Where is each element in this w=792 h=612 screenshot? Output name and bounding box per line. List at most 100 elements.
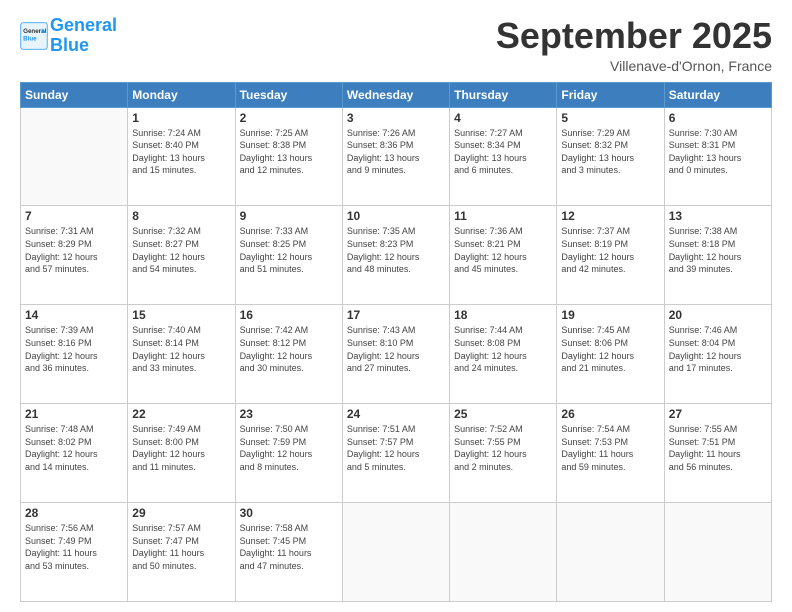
calendar-week-row: 1Sunrise: 7:24 AM Sunset: 8:40 PM Daylig… xyxy=(21,107,772,206)
table-row: 13 Sunrise: 7:38 AM Sunset: 8:18 PM Dayli… xyxy=(664,206,771,305)
day-info: Sunrise: 7:40 AM Sunset: 8:14 PM Dayligh… xyxy=(132,324,230,374)
table-row: 20Sunrise: 7:46 AM Sunset: 8:04 PM Dayli… xyxy=(664,305,771,404)
day-info: Sunrise: 7:24 AM Sunset: 8:40 PM Dayligh… xyxy=(132,127,230,177)
calendar-week-row: 28Sunrise: 7:56 AM Sunset: 7:49 PM Dayli… xyxy=(21,503,772,602)
table-row: 9 Sunrise: 7:33 AM Sunset: 8:25 PM Daylig… xyxy=(235,206,342,305)
col-sunday: Sunday xyxy=(21,82,128,107)
table-row: 23 Sunrise: 7:50 AM Sunset: 7:59 PM Dayli… xyxy=(235,404,342,503)
day-number: 25 xyxy=(454,407,552,421)
table-row xyxy=(342,503,449,602)
day-number: 10 xyxy=(347,209,445,223)
day-number: 18 xyxy=(454,308,552,322)
table-row: 28Sunrise: 7:56 AM Sunset: 7:49 PM Dayli… xyxy=(21,503,128,602)
table-row: 17 Sunrise: 7:43 AM Sunset: 8:10 PM Dayli… xyxy=(342,305,449,404)
day-number: 30 xyxy=(240,506,338,520)
day-number: 13 xyxy=(669,209,767,223)
day-info: Sunrise: 7:31 AM Sunset: 8:29 PM Dayligh… xyxy=(25,225,123,275)
day-info: Sunrise: 7:52 AM Sunset: 7:55 PM Dayligh… xyxy=(454,423,552,473)
day-number: 8 xyxy=(132,209,230,223)
day-info: Sunrise: 7:39 AM Sunset: 8:16 PM Dayligh… xyxy=(25,324,123,374)
table-row: 25 Sunrise: 7:52 AM Sunset: 7:55 PM Dayli… xyxy=(450,404,557,503)
month-title: September 2025 xyxy=(496,16,772,56)
day-number: 22 xyxy=(132,407,230,421)
logo-general: General xyxy=(50,15,117,35)
table-row: 15 Sunrise: 7:40 AM Sunset: 8:14 PM Dayli… xyxy=(128,305,235,404)
day-info: Sunrise: 7:36 AM Sunset: 8:21 PM Dayligh… xyxy=(454,225,552,275)
title-block: September 2025 Villenave-d'Ornon, France xyxy=(496,16,772,74)
day-info: Sunrise: 7:55 AM Sunset: 7:51 PM Dayligh… xyxy=(669,423,767,473)
day-info: Sunrise: 7:30 AM Sunset: 8:31 PM Dayligh… xyxy=(669,127,767,177)
day-info: Sunrise: 7:56 AM Sunset: 7:49 PM Dayligh… xyxy=(25,522,123,572)
table-row xyxy=(450,503,557,602)
table-row: 21 Sunrise: 7:48 AM Sunset: 8:02 PM Dayli… xyxy=(21,404,128,503)
col-saturday: Saturday xyxy=(664,82,771,107)
day-info: Sunrise: 7:48 AM Sunset: 8:02 PM Dayligh… xyxy=(25,423,123,473)
day-number: 2 xyxy=(240,111,338,125)
day-info: Sunrise: 7:49 AM Sunset: 8:00 PM Dayligh… xyxy=(132,423,230,473)
day-info: Sunrise: 7:33 AM Sunset: 8:25 PM Dayligh… xyxy=(240,225,338,275)
table-row: 6 Sunrise: 7:30 AM Sunset: 8:31 PM Daylig… xyxy=(664,107,771,206)
calendar-week-row: 14 Sunrise: 7:39 AM Sunset: 8:16 PM Dayli… xyxy=(21,305,772,404)
day-number: 23 xyxy=(240,407,338,421)
page: General Blue General Blue September 2025… xyxy=(0,0,792,612)
table-row: 19 Sunrise: 7:45 AM Sunset: 8:06 PM Dayli… xyxy=(557,305,664,404)
table-row: 27 Sunrise: 7:55 AM Sunset: 7:51 PM Dayli… xyxy=(664,404,771,503)
location: Villenave-d'Ornon, France xyxy=(496,58,772,74)
table-row: 1Sunrise: 7:24 AM Sunset: 8:40 PM Daylig… xyxy=(128,107,235,206)
day-number: 15 xyxy=(132,308,230,322)
table-row: 7 Sunrise: 7:31 AM Sunset: 8:29 PM Daylig… xyxy=(21,206,128,305)
day-number: 11 xyxy=(454,209,552,223)
table-row: 11 Sunrise: 7:36 AM Sunset: 8:21 PM Dayli… xyxy=(450,206,557,305)
day-number: 3 xyxy=(347,111,445,125)
day-number: 5 xyxy=(561,111,659,125)
day-info: Sunrise: 7:54 AM Sunset: 7:53 PM Dayligh… xyxy=(561,423,659,473)
day-info: Sunrise: 7:51 AM Sunset: 7:57 PM Dayligh… xyxy=(347,423,445,473)
calendar-week-row: 7 Sunrise: 7:31 AM Sunset: 8:29 PM Daylig… xyxy=(21,206,772,305)
day-number: 27 xyxy=(669,407,767,421)
table-row xyxy=(21,107,128,206)
table-row xyxy=(664,503,771,602)
day-info: Sunrise: 7:27 AM Sunset: 8:34 PM Dayligh… xyxy=(454,127,552,177)
calendar-week-row: 21 Sunrise: 7:48 AM Sunset: 8:02 PM Dayli… xyxy=(21,404,772,503)
table-row: 5Sunrise: 7:29 AM Sunset: 8:32 PM Daylig… xyxy=(557,107,664,206)
logo-blue: Blue xyxy=(50,35,89,55)
day-info: Sunrise: 7:57 AM Sunset: 7:47 PM Dayligh… xyxy=(132,522,230,572)
day-number: 9 xyxy=(240,209,338,223)
table-row: 4 Sunrise: 7:27 AM Sunset: 8:34 PM Daylig… xyxy=(450,107,557,206)
col-thursday: Thursday xyxy=(450,82,557,107)
day-info: Sunrise: 7:26 AM Sunset: 8:36 PM Dayligh… xyxy=(347,127,445,177)
table-row: 22 Sunrise: 7:49 AM Sunset: 8:00 PM Dayli… xyxy=(128,404,235,503)
day-info: Sunrise: 7:37 AM Sunset: 8:19 PM Dayligh… xyxy=(561,225,659,275)
day-number: 7 xyxy=(25,209,123,223)
day-info: Sunrise: 7:46 AM Sunset: 8:04 PM Dayligh… xyxy=(669,324,767,374)
table-row: 18Sunrise: 7:44 AM Sunset: 8:08 PM Dayli… xyxy=(450,305,557,404)
table-row: 10 Sunrise: 7:35 AM Sunset: 8:23 PM Dayli… xyxy=(342,206,449,305)
table-row: 14 Sunrise: 7:39 AM Sunset: 8:16 PM Dayli… xyxy=(21,305,128,404)
day-number: 16 xyxy=(240,308,338,322)
col-tuesday: Tuesday xyxy=(235,82,342,107)
day-number: 26 xyxy=(561,407,659,421)
day-info: Sunrise: 7:35 AM Sunset: 8:23 PM Dayligh… xyxy=(347,225,445,275)
day-number: 19 xyxy=(561,308,659,322)
logo: General Blue General Blue xyxy=(20,16,117,56)
table-row: 30 Sunrise: 7:58 AM Sunset: 7:45 PM Dayli… xyxy=(235,503,342,602)
day-info: Sunrise: 7:50 AM Sunset: 7:59 PM Dayligh… xyxy=(240,423,338,473)
day-info: Sunrise: 7:58 AM Sunset: 7:45 PM Dayligh… xyxy=(240,522,338,572)
table-row: 26 Sunrise: 7:54 AM Sunset: 7:53 PM Dayli… xyxy=(557,404,664,503)
day-info: Sunrise: 7:42 AM Sunset: 8:12 PM Dayligh… xyxy=(240,324,338,374)
day-number: 6 xyxy=(669,111,767,125)
logo-text: General Blue xyxy=(50,16,117,56)
day-info: Sunrise: 7:45 AM Sunset: 8:06 PM Dayligh… xyxy=(561,324,659,374)
day-number: 4 xyxy=(454,111,552,125)
day-number: 17 xyxy=(347,308,445,322)
table-row: 12Sunrise: 7:37 AM Sunset: 8:19 PM Dayli… xyxy=(557,206,664,305)
table-row: 16 Sunrise: 7:42 AM Sunset: 8:12 PM Dayli… xyxy=(235,305,342,404)
day-info: Sunrise: 7:43 AM Sunset: 8:10 PM Dayligh… xyxy=(347,324,445,374)
day-number: 14 xyxy=(25,308,123,322)
col-wednesday: Wednesday xyxy=(342,82,449,107)
logo-icon: General Blue xyxy=(20,22,48,50)
day-info: Sunrise: 7:32 AM Sunset: 8:27 PM Dayligh… xyxy=(132,225,230,275)
col-monday: Monday xyxy=(128,82,235,107)
day-number: 21 xyxy=(25,407,123,421)
day-info: Sunrise: 7:38 AM Sunset: 8:18 PM Dayligh… xyxy=(669,225,767,275)
